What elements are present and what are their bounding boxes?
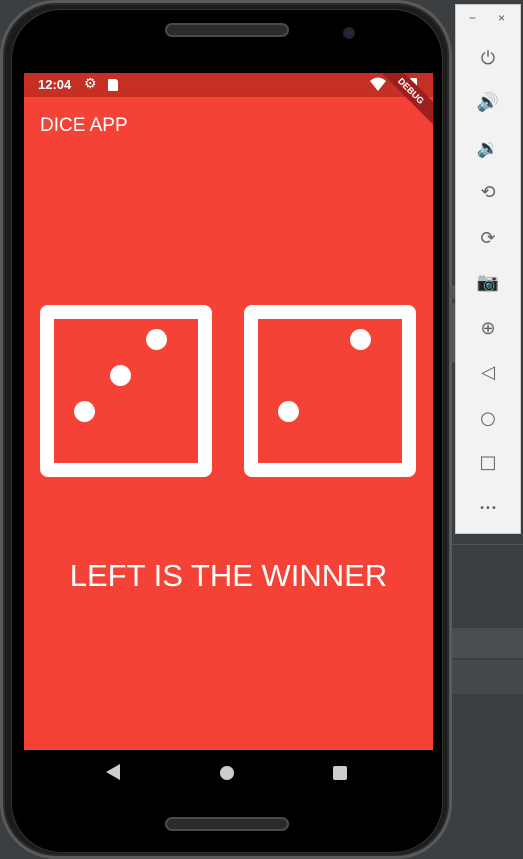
status-time: 12:04 (38, 77, 72, 92)
close-button[interactable]: × (498, 11, 505, 25)
die-pip (146, 329, 167, 350)
home-icon[interactable]: ○ (475, 405, 501, 431)
ide-panel-strip (440, 628, 523, 658)
back-triangle-icon[interactable] (106, 764, 120, 780)
phone-frame: 12:04 ⚙ DICE APP LEFT IS THE WINNER DEBU… (0, 0, 455, 859)
bottom-speaker (165, 817, 289, 831)
app-body: LEFT IS THE WINNER (24, 153, 433, 750)
home-circle-icon[interactable] (220, 766, 234, 780)
die-pip (110, 365, 131, 386)
die-pip (350, 329, 371, 350)
status-bar: 12:04 ⚙ (24, 73, 433, 97)
volume-up-icon[interactable]: 🔊 (475, 89, 501, 115)
app-bar: DICE APP (24, 97, 433, 153)
rotate-right-icon[interactable]: ⟳ (475, 225, 501, 251)
top-speaker (165, 23, 289, 37)
gear-icon: ⚙ (84, 75, 97, 91)
emulator-control-panel: − × ⏻ 🔊 🔉 ⟲ ⟳ 📷 ⊕ ◁ ○ □ ••• (455, 4, 521, 534)
sd-card-icon (108, 79, 118, 91)
recent-square-icon[interactable] (333, 766, 347, 780)
navigation-bar (24, 750, 433, 796)
volume-down-icon[interactable]: 🔉 (475, 135, 501, 161)
zoom-icon[interactable]: ⊕ (475, 315, 501, 341)
device-screen: 12:04 ⚙ DICE APP LEFT IS THE WINNER DEBU… (24, 73, 433, 796)
power-icon[interactable]: ⏻ (475, 45, 501, 71)
right-die-button[interactable] (244, 305, 416, 477)
overview-icon[interactable]: □ (475, 449, 501, 475)
rotate-left-icon[interactable]: ⟲ (475, 179, 501, 205)
front-camera (343, 27, 355, 39)
left-die-button[interactable] (40, 305, 212, 477)
more-icon[interactable]: ••• (475, 495, 501, 521)
minimize-button[interactable]: − (469, 11, 476, 25)
camera-icon[interactable]: 📷 (475, 269, 501, 295)
ide-divider (440, 544, 523, 545)
die-pip (278, 401, 299, 422)
ide-panel-strip (440, 660, 523, 694)
die-pip (74, 401, 95, 422)
result-text: LEFT IS THE WINNER (69, 558, 388, 593)
wifi-icon (370, 77, 386, 91)
back-icon[interactable]: ◁ (475, 359, 501, 385)
app-title: DICE APP (40, 115, 128, 136)
